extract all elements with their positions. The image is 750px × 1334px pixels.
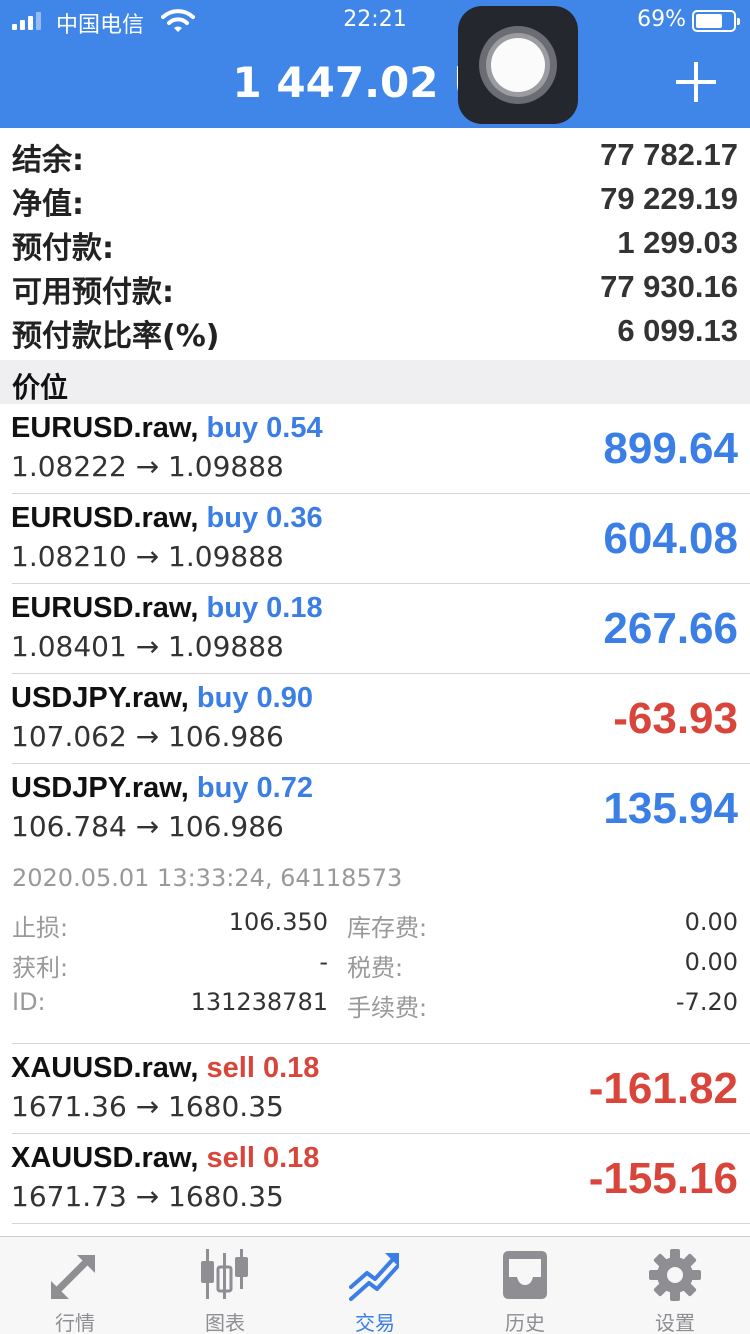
- position-prices: 1.08210 → 1.09888: [11, 540, 284, 573]
- summary-label: 可用预付款:: [12, 275, 174, 310]
- divider: [12, 1223, 750, 1224]
- summary-label: 结余:: [12, 143, 84, 178]
- position-side: sell 0.18: [206, 1052, 320, 1084]
- position-row[interactable]: USDJPY.raw, buy 0.90 107.062 → 106.986 -…: [0, 674, 750, 764]
- section-header: 价位: [0, 360, 750, 404]
- detail-key: 手续费:: [347, 994, 428, 1022]
- summary-value: 6 099.13: [617, 313, 738, 348]
- position-profit: 604.08: [603, 514, 738, 563]
- tab-label: 历史: [505, 1311, 545, 1334]
- quotes-arrows-icon: [51, 1255, 95, 1299]
- status-bar: 中国电信 22:21 69%: [0, 0, 750, 42]
- settings-gear-icon: [649, 1249, 701, 1301]
- battery-percent: 69%: [637, 7, 686, 32]
- detail-row: 获利: - 税费: 0.00: [0, 948, 750, 988]
- position-symbol: EURUSD.raw,: [11, 412, 199, 444]
- assistive-touch-button[interactable]: [458, 6, 578, 124]
- position-side: buy 0.36: [206, 502, 323, 534]
- detail-value: 0.00: [684, 948, 738, 976]
- position-prices: 1.08401 → 1.09888: [11, 630, 284, 663]
- position-symbol: XAUUSD.raw,: [11, 1142, 199, 1174]
- summary-value: 79 229.19: [600, 181, 738, 216]
- summary-value: 77 930.16: [600, 269, 738, 304]
- position-prices: 1671.73 → 1680.35: [11, 1180, 284, 1213]
- position-row[interactable]: XAUUSD.raw, sell 0.18 1671.73 → 1680.35 …: [0, 1134, 750, 1224]
- tab-history[interactable]: 历史: [450, 1237, 600, 1334]
- summary-row-free-margin: 可用预付款: 77 930.16: [0, 264, 750, 310]
- position-row[interactable]: EURUSD.raw, buy 0.36 1.08210 → 1.09888 6…: [0, 494, 750, 584]
- tab-label: 设置: [655, 1311, 695, 1334]
- floating-profit-title: 1 447.02 US: [232, 58, 518, 107]
- detail-key: 止损:: [12, 914, 69, 942]
- position-profit: -63.93: [613, 694, 738, 743]
- detail-value: -: [319, 948, 328, 976]
- summary-row-equity: 净值: 79 229.19: [0, 176, 750, 222]
- summary-label: 预付款比率(%): [12, 319, 220, 354]
- position-side: buy 0.90: [196, 682, 313, 714]
- detail-key: 获利:: [12, 954, 69, 982]
- summary-row-balance: 结余: 77 782.17: [0, 132, 750, 178]
- position-side: buy 0.54: [206, 412, 323, 444]
- summary-row-margin: 预付款: 1 299.03: [0, 220, 750, 266]
- tab-charts[interactable]: 图表: [150, 1237, 300, 1334]
- battery-icon: [692, 10, 740, 32]
- detail-key: ID:: [12, 988, 46, 1016]
- position-row[interactable]: EURUSD.raw, buy 0.54 1.08222 → 1.09888 8…: [0, 404, 750, 494]
- position-side: sell 0.18: [206, 1142, 320, 1174]
- top-bar: 中国电信 22:21 69% 1 447.02 US: [0, 0, 750, 128]
- summary-row-margin-level: 预付款比率(%) 6 099.13: [0, 308, 750, 354]
- trade-trend-icon: [349, 1253, 399, 1301]
- position-profit: 135.94: [603, 784, 738, 833]
- detail-value: 0.00: [684, 908, 738, 936]
- tab-label: 交易: [355, 1311, 395, 1334]
- position-prices: 107.062 → 106.986: [11, 720, 284, 753]
- tab-bar: 行情 图表 交易 历史 设置: [0, 1236, 750, 1334]
- detail-key: 库存费:: [347, 914, 428, 942]
- position-side: buy 0.72: [196, 772, 313, 804]
- detail-row: 止损: 106.350 库存费: 0.00: [0, 908, 750, 948]
- account-summary: 结余: 77 782.17 净值: 79 229.19 预付款: 1 299.0…: [0, 132, 750, 354]
- detail-row: ID: 131238781 手续费: -7.20: [0, 988, 750, 1028]
- position-profit: 267.66: [603, 604, 738, 653]
- position-detail: 2020.05.01 13:33:24, 64118573 止损: 106.35…: [0, 854, 750, 1044]
- position-symbol: XAUUSD.raw,: [11, 1052, 199, 1084]
- summary-label: 预付款:: [12, 231, 114, 266]
- detail-value: 106.350: [228, 908, 328, 936]
- section-title: 价位: [12, 371, 69, 404]
- position-prices: 106.784 → 106.986: [11, 810, 284, 843]
- tab-settings[interactable]: 设置: [600, 1237, 750, 1334]
- tab-trade[interactable]: 交易: [300, 1237, 450, 1334]
- position-row-expanded[interactable]: USDJPY.raw, buy 0.72 106.784 → 106.986 1…: [0, 764, 750, 854]
- tab-label: 行情: [55, 1311, 95, 1334]
- position-symbol: USDJPY.raw,: [11, 772, 189, 804]
- chart-candles-icon: [201, 1249, 248, 1299]
- detail-key: 税费:: [347, 954, 404, 982]
- position-side: buy 0.18: [206, 592, 323, 624]
- position-profit: -155.16: [588, 1154, 738, 1203]
- detail-timestamp: 2020.05.01 13:33:24, 64118573: [12, 864, 403, 892]
- position-symbol: EURUSD.raw,: [11, 502, 199, 534]
- summary-value: 77 782.17: [600, 137, 738, 172]
- position-row[interactable]: XAUUSD.raw, sell 0.18 1671.36 → 1680.35 …: [0, 1044, 750, 1134]
- history-inbox-icon: [503, 1251, 547, 1299]
- detail-value: 131238781: [190, 988, 328, 1016]
- position-symbol: USDJPY.raw,: [11, 682, 189, 714]
- new-order-plus-icon[interactable]: [676, 62, 716, 102]
- tab-label: 图表: [205, 1311, 245, 1334]
- position-prices: 1.08222 → 1.09888: [11, 450, 284, 483]
- position-row[interactable]: EURUSD.raw, buy 0.18 1.08401 → 1.09888 2…: [0, 584, 750, 674]
- tab-quotes[interactable]: 行情: [0, 1237, 150, 1334]
- position-symbol: EURUSD.raw,: [11, 592, 199, 624]
- summary-value: 1 299.03: [617, 225, 738, 260]
- summary-label: 净值:: [12, 187, 84, 222]
- detail-value: -7.20: [675, 988, 738, 1016]
- position-profit: 899.64: [603, 424, 738, 473]
- position-prices: 1671.36 → 1680.35: [11, 1090, 284, 1123]
- position-profit: -161.82: [588, 1064, 738, 1113]
